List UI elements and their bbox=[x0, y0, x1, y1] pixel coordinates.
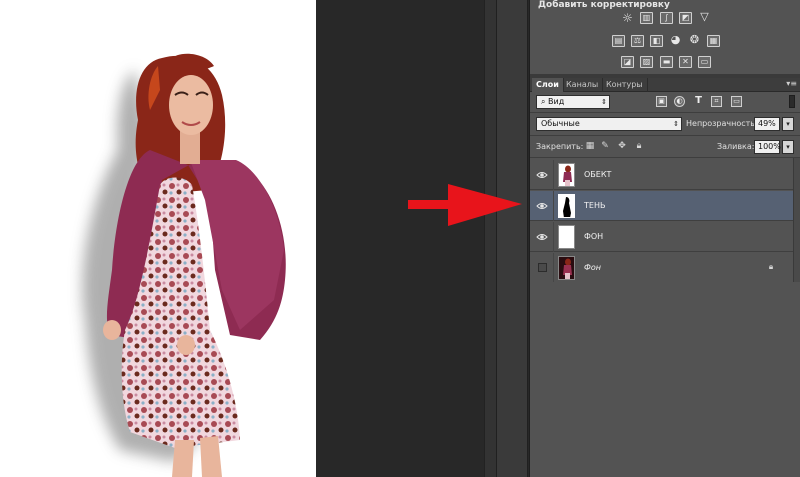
hue-saturation-icon[interactable]: ▤ bbox=[612, 35, 625, 47]
layer-thumbnail bbox=[558, 163, 575, 187]
adjustment-filter-icon[interactable]: ◐ bbox=[674, 96, 685, 107]
channel-mixer-icon[interactable]: ❂ bbox=[688, 34, 701, 47]
chevron-updown-icon: ⇕ bbox=[673, 120, 679, 128]
color-lookup-icon[interactable]: ▦ bbox=[707, 35, 720, 47]
layer-thumbnail bbox=[558, 194, 575, 218]
layers-list: ОБЕКТ ТЕНЬ ФОН Фон 🔒︎ bbox=[530, 158, 800, 283]
exposure-icon[interactable]: ◩ bbox=[679, 12, 692, 24]
tab-paths[interactable]: Контуры bbox=[602, 78, 648, 92]
filter-toggle-switch[interactable] bbox=[789, 95, 795, 108]
levels-icon[interactable]: ▥ bbox=[640, 12, 653, 24]
layers-scrollbar[interactable] bbox=[793, 158, 800, 282]
layer-name: Фон bbox=[584, 263, 602, 272]
layer-row-background-white[interactable]: ФОН bbox=[530, 222, 793, 252]
adjustments-title: Добавить корректировку bbox=[538, 0, 670, 10]
separator bbox=[530, 112, 800, 113]
panels-column: Добавить корректировку ☼ ▥ ∫ ◩ ▽ ▤ ⚖ ◧ ◕… bbox=[529, 0, 800, 477]
chevron-updown-icon: ⇕ bbox=[601, 98, 607, 106]
black-white-icon[interactable]: ◧ bbox=[650, 35, 663, 47]
document-canvas[interactable] bbox=[0, 0, 316, 477]
separator bbox=[530, 135, 800, 136]
lock-fill-row: Закрепить: ▦ ✎ ✥ 🔒︎ Заливка: 100% ▾ bbox=[530, 138, 800, 156]
red-arrow-annotation bbox=[408, 184, 522, 226]
pixel-filter-icon[interactable]: ▣ bbox=[656, 96, 667, 107]
adjustments-panel: Добавить корректировку ☼ ▥ ∫ ◩ ▽ ▤ ⚖ ◧ ◕… bbox=[530, 0, 800, 74]
adjustments-row-3: ◪ ▨ ▬ ✕ ▭ bbox=[530, 56, 800, 72]
layers-panel-tabs: Слои Каналы Контуры ▾≡ bbox=[530, 78, 800, 92]
workspace-pasteboard bbox=[316, 0, 484, 477]
type-filter-icon[interactable]: T bbox=[693, 96, 704, 107]
layer-name: ОБЕКТ bbox=[584, 170, 612, 179]
blend-mode-select[interactable]: Обычные ⇕ bbox=[536, 117, 682, 131]
adjustments-row-1: ☼ ▥ ∫ ◩ ▽ bbox=[530, 11, 800, 28]
lock-icon: 🔒︎ bbox=[768, 262, 774, 271]
layer-row-object[interactable]: ОБЕКТ bbox=[530, 160, 793, 190]
layers-empty-area bbox=[530, 282, 800, 477]
gradient-map-icon[interactable]: ▭ bbox=[698, 56, 711, 68]
eye-icon[interactable] bbox=[536, 231, 548, 243]
layer-thumbnail bbox=[558, 256, 575, 280]
brightness-contrast-icon[interactable]: ☼ bbox=[621, 12, 634, 24]
vertical-scrollbar[interactable] bbox=[484, 0, 496, 477]
photo-filter-icon[interactable]: ◕ bbox=[669, 34, 682, 47]
curves-icon[interactable]: ∫ bbox=[660, 12, 673, 24]
eye-icon[interactable] bbox=[536, 200, 548, 212]
lock-transparent-pixels-icon[interactable]: ▦ bbox=[585, 141, 595, 151]
lock-all-icon[interactable]: 🔒︎ bbox=[634, 141, 644, 151]
layer-row-background-original[interactable]: Фон 🔒︎ bbox=[530, 253, 793, 283]
lock-label: Закрепить: bbox=[536, 142, 584, 151]
shape-filter-icon[interactable]: ⌗ bbox=[711, 96, 722, 107]
photoshop-workspace: Добавить корректировку ☼ ▥ ∫ ◩ ▽ ▤ ⚖ ◧ ◕… bbox=[0, 0, 800, 477]
invert-icon[interactable]: ◪ bbox=[621, 56, 634, 68]
opacity-dropdown-button[interactable]: ▾ bbox=[782, 117, 794, 131]
tab-layers[interactable]: Слои bbox=[532, 78, 564, 92]
blend-opacity-row: Обычные ⇕ Непрозрачность: 49% ▾ bbox=[530, 114, 800, 134]
opacity-input[interactable]: 49% bbox=[754, 117, 780, 131]
vibrance-icon[interactable]: ▽ bbox=[698, 11, 711, 24]
layer-filter-label: Вид bbox=[548, 97, 565, 106]
fill-dropdown-button[interactable]: ▾ bbox=[782, 140, 794, 154]
selective-color-icon[interactable]: ✕ bbox=[679, 56, 692, 68]
canvas-image bbox=[82, 53, 286, 477]
layer-name: ТЕНЬ bbox=[584, 201, 606, 210]
opacity-label: Непрозрачность: bbox=[686, 119, 758, 128]
layer-name: ФОН bbox=[584, 232, 604, 241]
layer-filter-select[interactable]: ⌕ Вид ⇕ bbox=[536, 95, 610, 109]
lock-image-pixels-icon[interactable]: ✎ bbox=[600, 141, 610, 151]
visibility-toggle-off[interactable] bbox=[538, 263, 547, 272]
tab-channels[interactable]: Каналы bbox=[562, 78, 604, 92]
search-icon: ⌕ bbox=[541, 97, 549, 106]
fill-label: Заливка: bbox=[717, 142, 755, 151]
blend-mode-value: Обычные bbox=[541, 119, 580, 128]
adjustments-row-2: ▤ ⚖ ◧ ◕ ❂ ▦ bbox=[530, 34, 800, 51]
posterize-icon[interactable]: ▨ bbox=[640, 56, 653, 68]
collapsed-panel-dock[interactable] bbox=[496, 0, 528, 477]
panel-menu-icon[interactable]: ▾≡ bbox=[786, 79, 797, 88]
threshold-icon[interactable]: ▬ bbox=[660, 56, 673, 68]
eye-icon[interactable] bbox=[536, 169, 548, 181]
smart-object-filter-icon[interactable]: ▭ bbox=[731, 96, 742, 107]
lock-position-icon[interactable]: ✥ bbox=[617, 141, 627, 151]
color-balance-icon[interactable]: ⚖ bbox=[631, 35, 644, 47]
layer-filter-row: ⌕ Вид ⇕ ▣ ◐ T ⌗ ▭ bbox=[530, 92, 800, 112]
fill-input[interactable]: 100% bbox=[754, 140, 781, 154]
layer-thumbnail bbox=[558, 225, 575, 249]
layer-row-shadow[interactable]: ТЕНЬ bbox=[530, 191, 793, 221]
